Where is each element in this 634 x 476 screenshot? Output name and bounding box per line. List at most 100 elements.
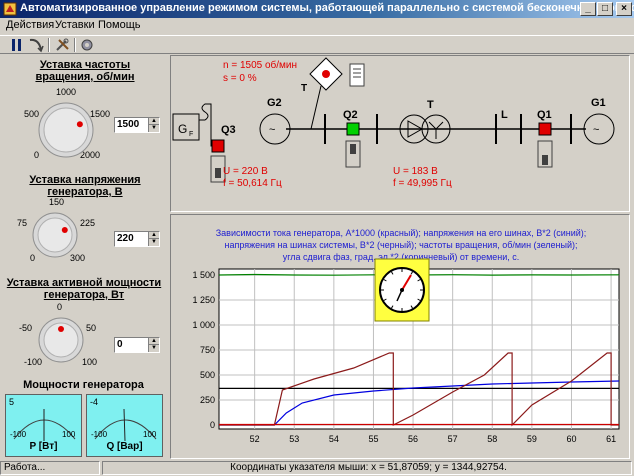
speed-setpoint-value: 1500 bbox=[117, 119, 140, 130]
x-tick-label: 55 bbox=[368, 434, 378, 444]
speed-setpoint-input[interactable]: 1500 ▲ ▼ bbox=[114, 117, 160, 133]
window-title: Автоматизированное управление режимом си… bbox=[20, 2, 634, 14]
y-tick-label: 500 bbox=[200, 370, 215, 380]
power-setpoint-input[interactable]: 0 ▲ ▼ bbox=[114, 337, 160, 353]
tools-icon[interactable] bbox=[54, 37, 72, 53]
spin-down-icon[interactable]: ▼ bbox=[149, 345, 159, 352]
maximize-button[interactable]: □ bbox=[597, 2, 613, 16]
y-tick-label: 1 000 bbox=[192, 320, 215, 330]
speed-setpoint-label: Уставка частоты вращения, об/мин bbox=[35, 59, 135, 83]
spin-up-icon[interactable]: ▲ bbox=[149, 118, 159, 125]
speed-knob[interactable] bbox=[36, 100, 96, 160]
breaker-q1[interactable] bbox=[538, 122, 552, 136]
toolbar-separator bbox=[48, 38, 50, 52]
power-setpoint-label: Уставка активной мощности генератора, Вт bbox=[6, 277, 162, 301]
power-spinner[interactable]: ▲ ▼ bbox=[148, 338, 159, 352]
p-meter-min: -100 bbox=[10, 430, 27, 439]
gen-frequency: f = 50,614 Гц bbox=[223, 178, 282, 189]
x-tick-label: 58 bbox=[487, 434, 497, 444]
transformer-star bbox=[428, 121, 444, 139]
g2-symbol: ~ bbox=[269, 124, 275, 136]
menu-bar: Действия Уставки Помощь bbox=[0, 18, 634, 34]
step-icon[interactable] bbox=[27, 37, 45, 53]
g2-label: G2 bbox=[267, 97, 282, 109]
toolbar bbox=[0, 35, 634, 54]
spin-down-icon[interactable]: ▼ bbox=[149, 239, 159, 246]
y-tick-label: 0 bbox=[210, 420, 215, 430]
menu-actions[interactable]: Действия bbox=[6, 19, 54, 31]
menu-help[interactable]: Помощь bbox=[98, 19, 141, 31]
y-tick-label: 750 bbox=[200, 345, 215, 355]
voltage-knob[interactable] bbox=[30, 210, 80, 260]
power-tick: -50 bbox=[19, 323, 33, 333]
t2-label: T bbox=[427, 99, 434, 111]
y-tick-label: 1 250 bbox=[192, 295, 215, 305]
exciter-sub: F bbox=[189, 131, 193, 138]
breaker-q2[interactable] bbox=[346, 122, 360, 136]
status-bar: Работа... Координаты указателя мыши: x =… bbox=[0, 460, 634, 476]
voltage-spinner[interactable]: ▲ ▼ bbox=[148, 232, 159, 246]
settings-icon[interactable] bbox=[78, 37, 96, 53]
x-tick-label: 56 bbox=[408, 434, 418, 444]
q1-label: Q1 bbox=[537, 109, 552, 121]
p-meter-max: 100 bbox=[62, 430, 76, 439]
time-series-chart[interactable]: 52 53 54 55 56 57 58 59 60 61 0 250 500 750 1 000 1 250… bbox=[171, 215, 629, 458]
t1-label: T bbox=[301, 83, 307, 94]
menu-settings[interactable]: Уставки bbox=[55, 19, 95, 31]
x-tick-label: 60 bbox=[566, 434, 576, 444]
minimize-button[interactable]: _ bbox=[580, 2, 596, 16]
title-bar: Автоматизированное управление режимом си… bbox=[0, 0, 634, 18]
sys-voltage: U = 183 В bbox=[393, 166, 438, 177]
system-schematic: n = 1505 об/мин s = 0 % G F Q3 G2 ~ Q2 T… bbox=[170, 55, 630, 212]
x-tick-label: 53 bbox=[289, 434, 299, 444]
p-meter-value: 5 bbox=[9, 397, 14, 407]
switch-q2-icon[interactable] bbox=[345, 140, 361, 168]
x-tick-label: 61 bbox=[606, 434, 616, 444]
voltage-tick: 225 bbox=[80, 218, 96, 228]
q-meter-max: 100 bbox=[143, 430, 157, 439]
measuring-transformer bbox=[309, 57, 343, 91]
phase-dial-icon bbox=[374, 258, 430, 322]
spin-up-icon[interactable]: ▲ bbox=[149, 232, 159, 239]
breaker-q3[interactable] bbox=[211, 139, 225, 153]
spin-down-icon[interactable]: ▼ bbox=[149, 125, 159, 132]
speed-tick: 1000 bbox=[56, 87, 77, 97]
x-tick-label: 57 bbox=[448, 434, 458, 444]
one-line-diagram: n = 1505 об/мин s = 0 % G F Q3 G2 ~ Q2 T… bbox=[172, 57, 615, 189]
voltage-setpoint-value: 220 bbox=[117, 233, 134, 244]
speed-readout: n = 1505 об/мин bbox=[223, 59, 297, 71]
q2-label: Q2 bbox=[343, 109, 358, 121]
voltage-setpoint-input[interactable]: 220 ▲ ▼ bbox=[114, 231, 160, 247]
power-tick: 0 bbox=[57, 302, 63, 312]
switch-q1-icon[interactable] bbox=[537, 140, 553, 168]
voltage-tick: 150 bbox=[49, 197, 65, 207]
app-icon bbox=[3, 2, 17, 16]
power-setpoint-value: 0 bbox=[117, 339, 123, 350]
power-knob[interactable] bbox=[36, 315, 86, 365]
gen-voltage: U = 220 В bbox=[223, 166, 268, 177]
exciter-label: G bbox=[178, 122, 187, 136]
active-power-meter: 5 -100 100 P [Вт] bbox=[5, 394, 82, 457]
speed-spinner[interactable]: ▲ ▼ bbox=[148, 118, 159, 132]
tap-line bbox=[310, 85, 322, 130]
voltage-setpoint-label: Уставка напряжения генератора, В bbox=[29, 174, 141, 198]
slip-readout: s = 0 % bbox=[223, 73, 257, 84]
power-tick: 50 bbox=[86, 323, 97, 333]
pause-icon[interactable] bbox=[8, 37, 26, 53]
line-label: L bbox=[501, 109, 508, 121]
status-coordinates: Координаты указателя мыши: x = 51,87059;… bbox=[102, 461, 632, 475]
x-tick-label: 54 bbox=[329, 434, 339, 444]
q-meter-value: -4 bbox=[90, 397, 98, 407]
spin-up-icon[interactable]: ▲ bbox=[149, 338, 159, 345]
q3-label: Q3 bbox=[221, 124, 236, 136]
active-power-gauge: 5 -100 100 bbox=[9, 397, 76, 441]
power-knob-marker bbox=[58, 326, 64, 332]
sys-frequency: f = 49,995 Гц bbox=[393, 178, 452, 189]
close-button[interactable]: × bbox=[616, 2, 632, 16]
y-tick-label: 1 500 bbox=[192, 270, 215, 280]
voltage-knob-marker bbox=[61, 226, 68, 233]
q-meter-min: -100 bbox=[91, 430, 108, 439]
x-tick-label: 59 bbox=[527, 434, 537, 444]
switch-t-icon[interactable] bbox=[349, 63, 365, 87]
reactive-power-gauge: -4 -100 100 bbox=[90, 397, 157, 442]
